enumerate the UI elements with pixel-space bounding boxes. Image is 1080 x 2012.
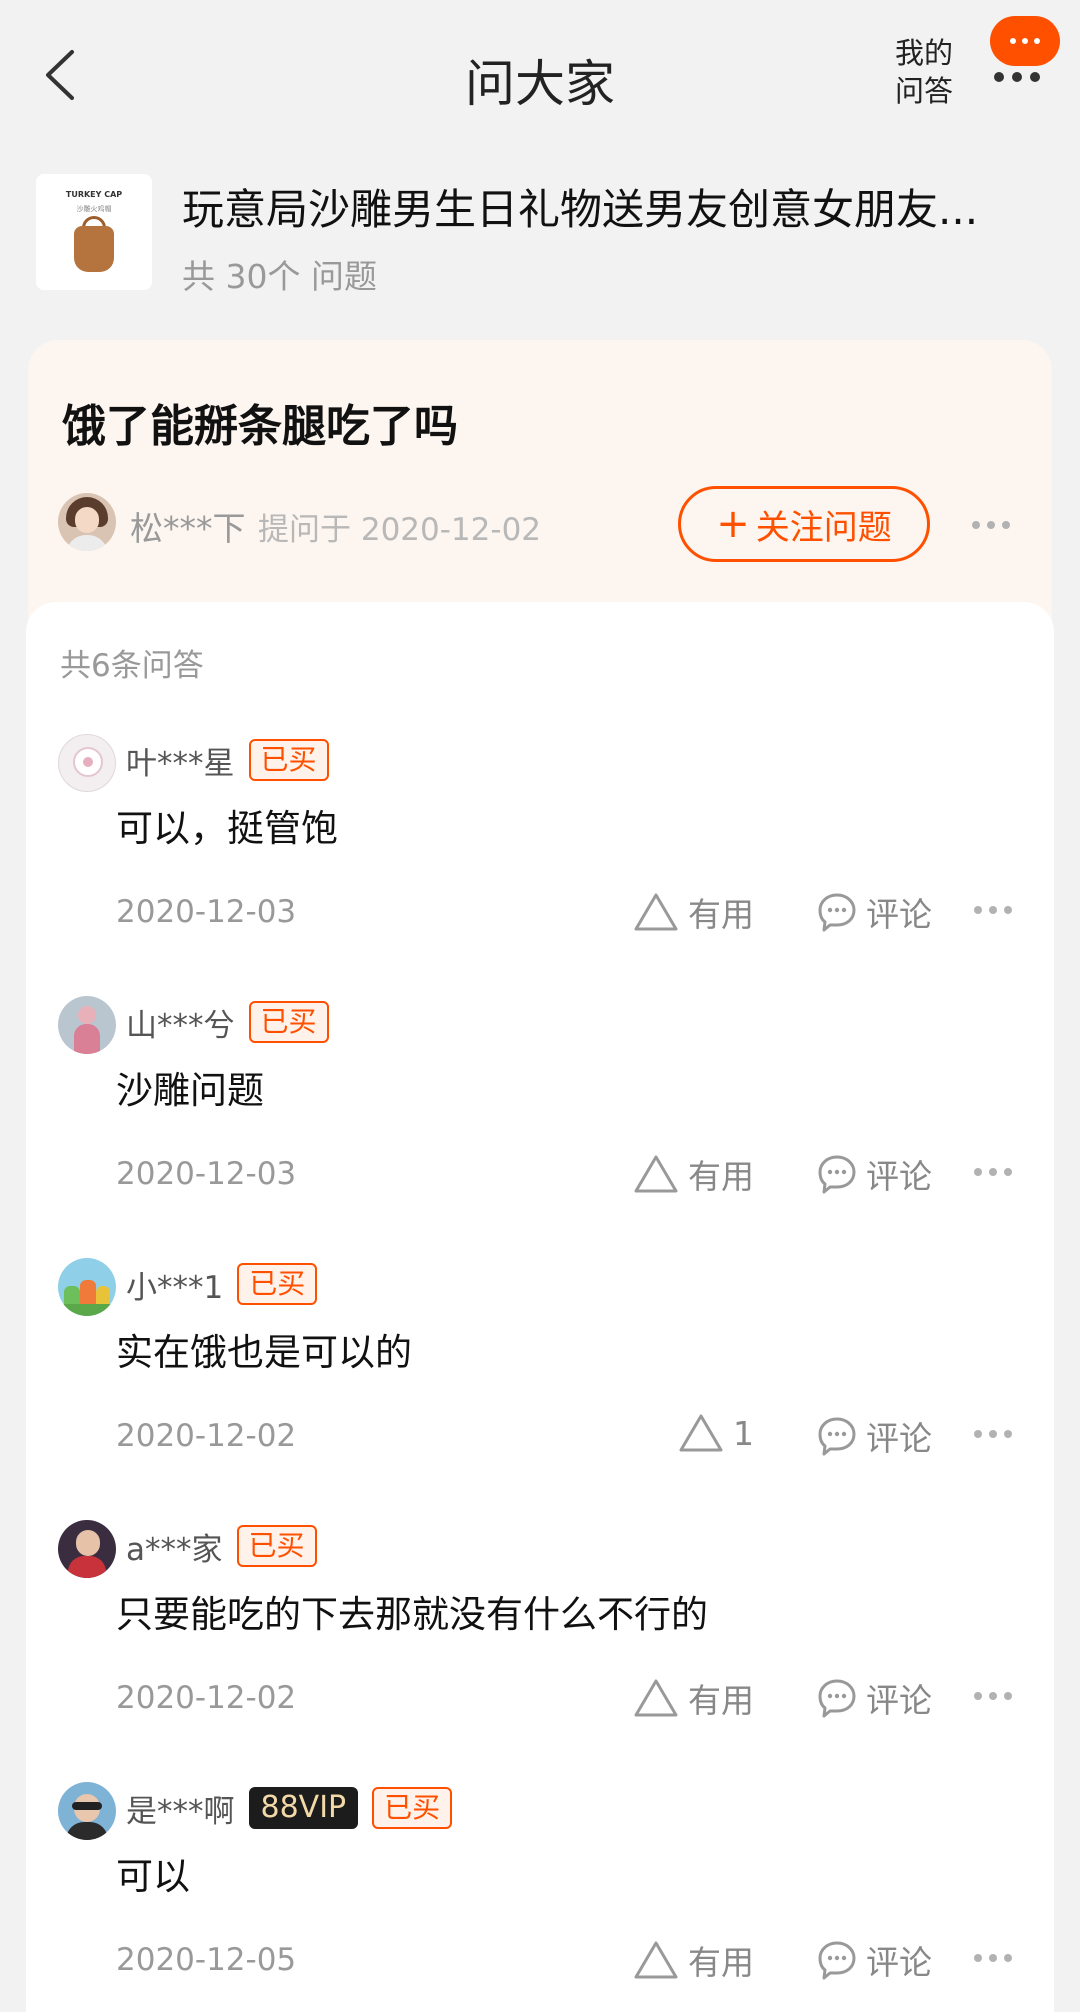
asker-name: 松***下 [130, 509, 246, 548]
answer-date: 2020-12-02 [116, 1680, 297, 1716]
answers-count: 共6条问答 [60, 648, 204, 684]
comment-label: 评论 [866, 1681, 932, 1720]
follow-question-button[interactable]: + 关注问题 [678, 486, 930, 562]
answers-card: 共6条问答 叶***星 已买 可以，挺管饱 2020-12-03 有用 评论 山… [26, 602, 1054, 2012]
comment-label: 评论 [866, 1419, 932, 1458]
answer-more-button[interactable] [974, 1684, 1018, 1708]
product-name: 玩意局沙雕男生日礼物送男友创意女朋友... [182, 185, 979, 234]
my-answers-line1: 我的 [894, 36, 953, 70]
comment-bubble-icon [818, 1679, 856, 1718]
triangle-icon [634, 893, 678, 931]
answer-date: 2020-12-03 [116, 894, 297, 930]
answer-username: a***家 [126, 1531, 223, 1568]
answer-date: 2020-12-05 [116, 1942, 297, 1978]
back-button[interactable] [30, 40, 100, 110]
comment-label: 评论 [866, 895, 932, 934]
answer-date: 2020-12-03 [116, 1156, 297, 1192]
useful-label: 有用 [688, 1681, 754, 1720]
comment-button[interactable]: 评论 [816, 1412, 932, 1460]
answer-text: 实在饿也是可以的 [116, 1331, 412, 1374]
avatar[interactable] [58, 1258, 116, 1316]
bag-shape [74, 226, 114, 272]
answer-user: 是***啊 88VIP 已买 [126, 1778, 453, 1838]
answer-date: 2020-12-02 [116, 1418, 297, 1454]
answer-user: 叶***星 已买 [126, 730, 329, 790]
useful-button[interactable]: 有用 [632, 1150, 754, 1198]
answer-username: 山***兮 [126, 1007, 235, 1044]
comment-bubble-icon [818, 1417, 856, 1456]
comment-bubble-icon [818, 1941, 856, 1980]
product-thumbnail: TURKEY CAP 沙雕火鸡帽 [36, 174, 152, 290]
triangle-icon [679, 1414, 723, 1452]
vip-badge: 88VIP [248, 1787, 359, 1829]
useful-button[interactable]: 1 [677, 1412, 754, 1454]
bought-badge: 已买 [236, 1525, 317, 1567]
avatar[interactable] [58, 734, 116, 792]
asker-avatar [58, 493, 116, 551]
asked-time: 提问于 2020-12-02 [258, 512, 542, 548]
comment-bubble-icon [818, 1155, 856, 1194]
answer-text: 沙雕问题 [116, 1069, 264, 1112]
more-dots-icon [994, 72, 1040, 82]
answer-user: 山***兮 已买 [126, 992, 329, 1052]
answer-more-button[interactable] [974, 898, 1018, 922]
comment-label: 评论 [866, 1157, 932, 1196]
comment-bubble-icon [818, 893, 856, 932]
my-answers-link[interactable]: 我的 问答 [888, 34, 960, 110]
question-more-button[interactable] [972, 510, 1028, 540]
answer-item: 是***啊 88VIP 已买 可以 2020-12-05 有用 评论 [26, 1778, 1054, 2012]
answer-username: 小***1 [126, 1269, 224, 1306]
useful-count: 1 [733, 1413, 754, 1453]
avatar[interactable] [58, 1782, 116, 1840]
comment-button[interactable]: 评论 [816, 1674, 932, 1722]
comment-button[interactable]: 评论 [816, 888, 932, 936]
question-block: 饿了能掰条腿吃了吗 松***下 提问于 2020-12-02 + 关注问题 [28, 340, 1052, 640]
useful-label: 有用 [688, 895, 754, 934]
answer-user: a***家 已买 [126, 1516, 317, 1576]
answer-text: 可以，挺管饱 [116, 807, 338, 850]
answer-username: 是***啊 [126, 1793, 235, 1830]
answer-user: 小***1 已买 [126, 1254, 318, 1314]
answer-more-button[interactable] [974, 1422, 1018, 1446]
answer-more-button[interactable] [974, 1160, 1018, 1184]
answer-more-button[interactable] [974, 1946, 1018, 1970]
product-summary[interactable]: TURKEY CAP 沙雕火鸡帽 玩意局沙雕男生日礼物送男友创意女朋友... 共… [36, 174, 1046, 296]
chevron-left-icon [46, 50, 74, 100]
answer-text: 可以 [116, 1855, 190, 1898]
useful-button[interactable]: 有用 [632, 1936, 754, 1984]
comment-label: 评论 [866, 1943, 932, 1982]
answer-item: 小***1 已买 实在饿也是可以的 2020-12-02 1 评论 [26, 1254, 1054, 1516]
useful-button[interactable]: 有用 [632, 1674, 754, 1722]
thumbnail-product-text: 沙雕火鸡帽 [76, 205, 112, 213]
thumbnail-brand-text: TURKEY CAP [65, 190, 123, 199]
bought-badge: 已买 [372, 1787, 453, 1829]
triangle-icon [634, 1941, 678, 1979]
answer-username: 叶***星 [126, 745, 235, 782]
message-bubble-icon [990, 16, 1060, 66]
answer-item: 叶***星 已买 可以，挺管饱 2020-12-03 有用 评论 [26, 730, 1054, 992]
top-bar: 问大家 我的 问答 [0, 0, 1080, 150]
question-count: 共 30个 问题 [182, 257, 377, 296]
bought-badge: 已买 [237, 1263, 318, 1305]
useful-label: 有用 [688, 1943, 754, 1982]
triangle-icon [634, 1679, 678, 1717]
plus-icon: + [716, 501, 750, 547]
answer-item: 山***兮 已买 沙雕问题 2020-12-03 有用 评论 [26, 992, 1054, 1254]
comment-button[interactable]: 评论 [816, 1936, 932, 1984]
bought-badge: 已买 [248, 1001, 329, 1043]
more-menu-button[interactable] [984, 10, 1064, 90]
useful-button[interactable]: 有用 [632, 888, 754, 936]
useful-label: 有用 [688, 1157, 754, 1196]
question-title: 饿了能掰条腿吃了吗 [62, 401, 458, 452]
my-answers-line2: 问答 [894, 74, 953, 108]
bought-badge: 已买 [248, 739, 329, 781]
follow-question-label: 关注问题 [755, 507, 892, 548]
avatar[interactable] [58, 1520, 116, 1578]
answer-item: a***家 已买 只要能吃的下去那就没有什么不行的 2020-12-02 有用 … [26, 1516, 1054, 1778]
triangle-icon [634, 1155, 678, 1193]
avatar[interactable] [58, 996, 116, 1054]
answer-text: 只要能吃的下去那就没有什么不行的 [116, 1593, 708, 1636]
comment-button[interactable]: 评论 [816, 1150, 932, 1198]
